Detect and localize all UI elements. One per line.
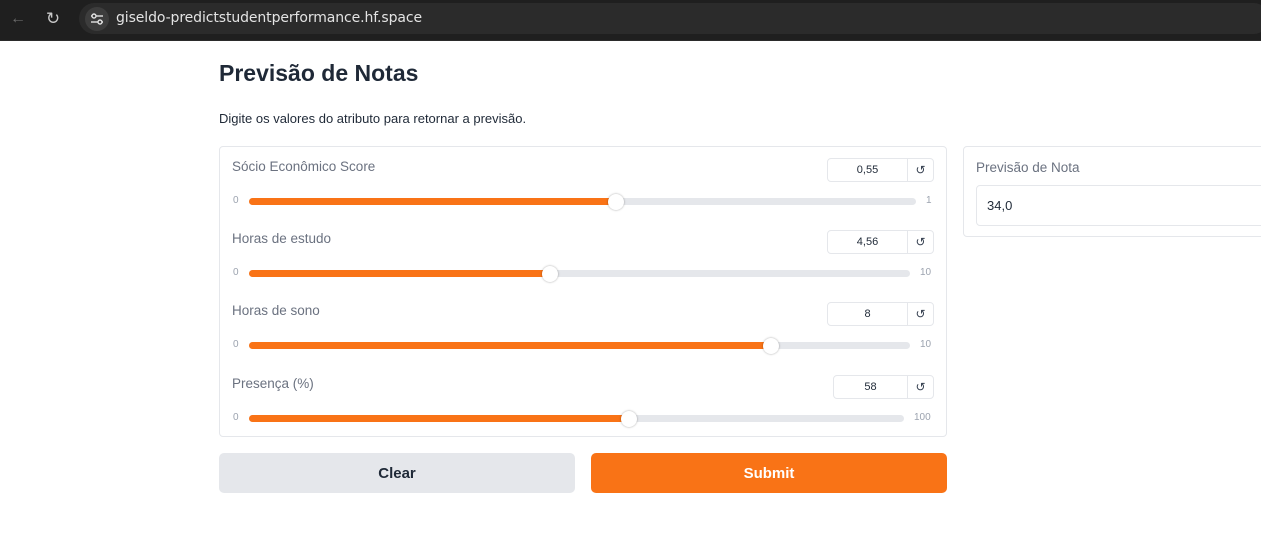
slider-thumb[interactable] <box>542 266 559 282</box>
site-info-icon[interactable] <box>85 7 109 31</box>
slider-track[interactable] <box>249 338 910 354</box>
number-field: ↺ <box>833 375 934 399</box>
presenca-number-input[interactable] <box>834 376 908 398</box>
slider-fill <box>249 415 629 422</box>
slider-track[interactable] <box>249 266 910 282</box>
slider-thumb[interactable] <box>763 338 780 354</box>
slider-fill <box>249 270 551 277</box>
slider-max: 10 <box>920 267 932 278</box>
number-field: ↺ <box>827 302 934 326</box>
slider-track[interactable] <box>249 411 904 427</box>
slider-thumb[interactable] <box>620 411 637 427</box>
inputs-panel: Sócio Econômico Score ↺ 0 1 Horas de est… <box>219 146 947 437</box>
back-arrow-icon[interactable]: ← <box>7 8 29 30</box>
url-text[interactable]: giseldo-predictstudentperformance.hf.spa… <box>116 10 422 26</box>
page-description: Digite os valores do atributo para retor… <box>219 111 527 126</box>
output-textbox[interactable]: 34,0 <box>976 185 1261 226</box>
slider-label: Sócio Econômico Score <box>232 159 376 174</box>
slider-socio-economico: Sócio Econômico Score ↺ 0 1 <box>220 147 946 219</box>
slider-label: Horas de sono <box>232 303 320 318</box>
number-field: ↺ <box>827 158 934 182</box>
slider-label: Horas de estudo <box>232 231 332 246</box>
slider-horas-estudo: Horas de estudo ↺ 0 10 <box>220 219 946 291</box>
slider-min: 0 <box>233 267 239 278</box>
slider-presenca: Presença (%) ↺ 0 100 <box>220 364 946 436</box>
address-bar[interactable]: giseldo-predictstudentperformance.hf.spa… <box>79 3 1261 34</box>
reset-icon[interactable]: ↺ <box>908 231 933 253</box>
slider-horas-sono: Horas de sono ↺ 0 10 <box>220 291 946 363</box>
socio-economico-number-input[interactable] <box>828 159 908 181</box>
clear-button[interactable]: Clear <box>219 453 575 493</box>
submit-button[interactable]: Submit <box>591 453 947 493</box>
browser-toolbar: ← ↻ giseldo-predictstudentperformance.hf… <box>0 0 1261 41</box>
horas-sono-number-input[interactable] <box>828 303 908 325</box>
horas-estudo-number-input[interactable] <box>828 231 908 253</box>
slider-thumb[interactable] <box>607 194 624 210</box>
slider-min: 0 <box>233 339 239 350</box>
slider-max: 10 <box>920 339 932 350</box>
slider-fill <box>249 198 616 205</box>
output-panel: Previsão de Nota 34,0 <box>963 146 1261 237</box>
number-field: ↺ <box>827 230 934 254</box>
reset-icon[interactable]: ↺ <box>908 376 933 398</box>
slider-min: 0 <box>233 195 239 206</box>
page-title: Previsão de Notas <box>219 60 419 86</box>
output-label: Previsão de Nota <box>976 160 1080 175</box>
slider-max: 100 <box>914 412 931 423</box>
output-value: 34,0 <box>987 198 1013 213</box>
slider-track[interactable] <box>249 194 916 210</box>
slider-min: 0 <box>233 412 239 423</box>
reset-icon[interactable]: ↺ <box>908 303 933 325</box>
slider-label: Presença (%) <box>232 376 314 391</box>
slider-max: 1 <box>926 195 932 206</box>
reload-icon[interactable]: ↻ <box>42 8 64 30</box>
reset-icon[interactable]: ↺ <box>908 159 933 181</box>
slider-fill <box>249 342 772 349</box>
